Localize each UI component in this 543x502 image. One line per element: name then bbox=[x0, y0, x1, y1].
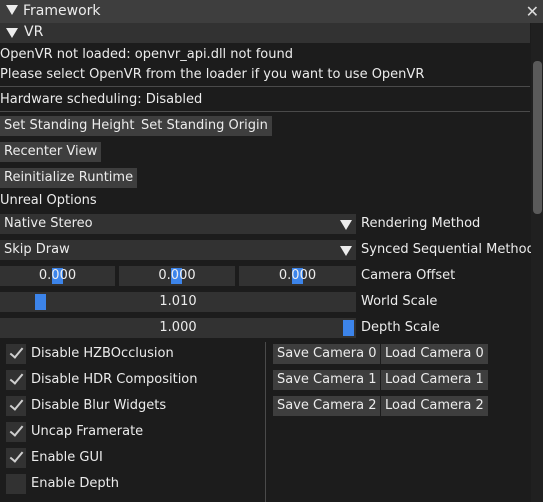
close-icon[interactable]: ✕ bbox=[526, 2, 539, 21]
scrollbar-thumb[interactable] bbox=[533, 61, 542, 214]
synced-method-label: Synced Sequential Method bbox=[361, 242, 535, 257]
synced-method-combo[interactable]: Skip Draw bbox=[0, 240, 356, 260]
checkbox-label: Uncap Framerate bbox=[31, 424, 144, 439]
load-camera-0-button[interactable]: Load Camera 0 bbox=[381, 344, 488, 364]
checkmark-icon bbox=[9, 344, 24, 359]
checkbox-uncap-framerate[interactable] bbox=[6, 422, 26, 442]
save-camera-2-button[interactable]: Save Camera 2 bbox=[273, 396, 381, 416]
checkbox-label: Disable HDR Composition bbox=[31, 372, 198, 387]
world-scale-slider[interactable]: 1.010 bbox=[0, 292, 356, 312]
dropdown-arrow-icon[interactable] bbox=[340, 220, 352, 230]
hardware-scheduling-text: Hardware scheduling: Disabled bbox=[0, 92, 203, 107]
unreal-options-heading: Unreal Options bbox=[0, 193, 97, 208]
divider bbox=[0, 111, 530, 112]
world-scale-value: 1.010 bbox=[159, 294, 197, 309]
window-title: Framework bbox=[23, 3, 101, 19]
checkbox-enable-depth[interactable] bbox=[6, 474, 26, 494]
checkmark-icon bbox=[9, 396, 24, 411]
camera-offset-z-value: 0.000 bbox=[278, 268, 317, 283]
checkbox-label: Disable Blur Widgets bbox=[31, 398, 167, 413]
checkmark-icon bbox=[9, 422, 24, 437]
checkbox-disable-hdr-composition[interactable] bbox=[6, 370, 26, 390]
recenter-view-button[interactable]: Recenter View bbox=[0, 142, 102, 162]
window-titlebar[interactable]: Framework ✕ bbox=[0, 0, 543, 23]
set-standing-origin-button[interactable]: Set Standing Origin bbox=[137, 116, 272, 136]
dropdown-arrow-icon[interactable] bbox=[340, 246, 352, 256]
camera-offset-x-value: 0.000 bbox=[38, 268, 77, 283]
checkbox-disable-blur-widgets[interactable] bbox=[6, 396, 26, 416]
checkbox-disable-hzbocclusion[interactable] bbox=[6, 344, 26, 364]
rendering-method-combo[interactable]: Native Stereo bbox=[0, 214, 356, 234]
section-header-vr[interactable]: VR bbox=[0, 23, 530, 43]
openvr-status-text: OpenVR not loaded: openvr_api.dll not fo… bbox=[0, 47, 293, 62]
camera-offset-z-slider[interactable]: 0.000 bbox=[239, 266, 356, 286]
reinitialize-runtime-button[interactable]: Reinitialize Runtime bbox=[0, 168, 138, 188]
camera-offset-y-value: 0.000 bbox=[158, 268, 196, 283]
openvr-hint-text: Please select OpenVR from the loader if … bbox=[0, 67, 425, 82]
depth-scale-slider[interactable]: 1.000 bbox=[0, 318, 356, 338]
collapse-arrow-icon[interactable] bbox=[6, 5, 18, 15]
depth-scale-value: 1.000 bbox=[159, 320, 197, 335]
rendering-method-value: Native Stereo bbox=[4, 216, 93, 231]
save-camera-1-button[interactable]: Save Camera 1 bbox=[273, 370, 381, 390]
checkbox-label: Enable GUI bbox=[31, 450, 103, 465]
checkbox-enable-gui[interactable] bbox=[6, 448, 26, 468]
save-camera-0-button[interactable]: Save Camera 0 bbox=[273, 344, 381, 364]
expand-arrow-icon[interactable] bbox=[6, 28, 18, 38]
section-label: VR bbox=[24, 24, 44, 40]
synced-method-value: Skip Draw bbox=[4, 242, 70, 257]
load-camera-1-button[interactable]: Load Camera 1 bbox=[381, 370, 488, 390]
load-camera-2-button[interactable]: Load Camera 2 bbox=[381, 396, 488, 416]
checkmark-icon bbox=[9, 370, 24, 385]
camera-offset-label: Camera Offset bbox=[361, 268, 456, 283]
checkmark-icon bbox=[9, 448, 24, 463]
rendering-method-label: Rendering Method bbox=[361, 216, 481, 231]
camera-offset-x-slider[interactable]: 0.000 bbox=[0, 266, 115, 286]
depth-scale-label: Depth Scale bbox=[361, 320, 440, 335]
checkbox-label: Enable Depth bbox=[31, 476, 120, 491]
column-divider bbox=[265, 342, 266, 502]
divider bbox=[0, 86, 530, 87]
set-standing-height-button[interactable]: Set Standing Height bbox=[0, 116, 139, 136]
framework-window: VR OpenVR not loaded: openvr_api.dll not… bbox=[0, 23, 543, 502]
checkbox-label: Disable HZBOcclusion bbox=[31, 346, 174, 361]
world-scale-label: World Scale bbox=[361, 294, 438, 309]
camera-offset-y-slider[interactable]: 0.000 bbox=[119, 266, 235, 286]
